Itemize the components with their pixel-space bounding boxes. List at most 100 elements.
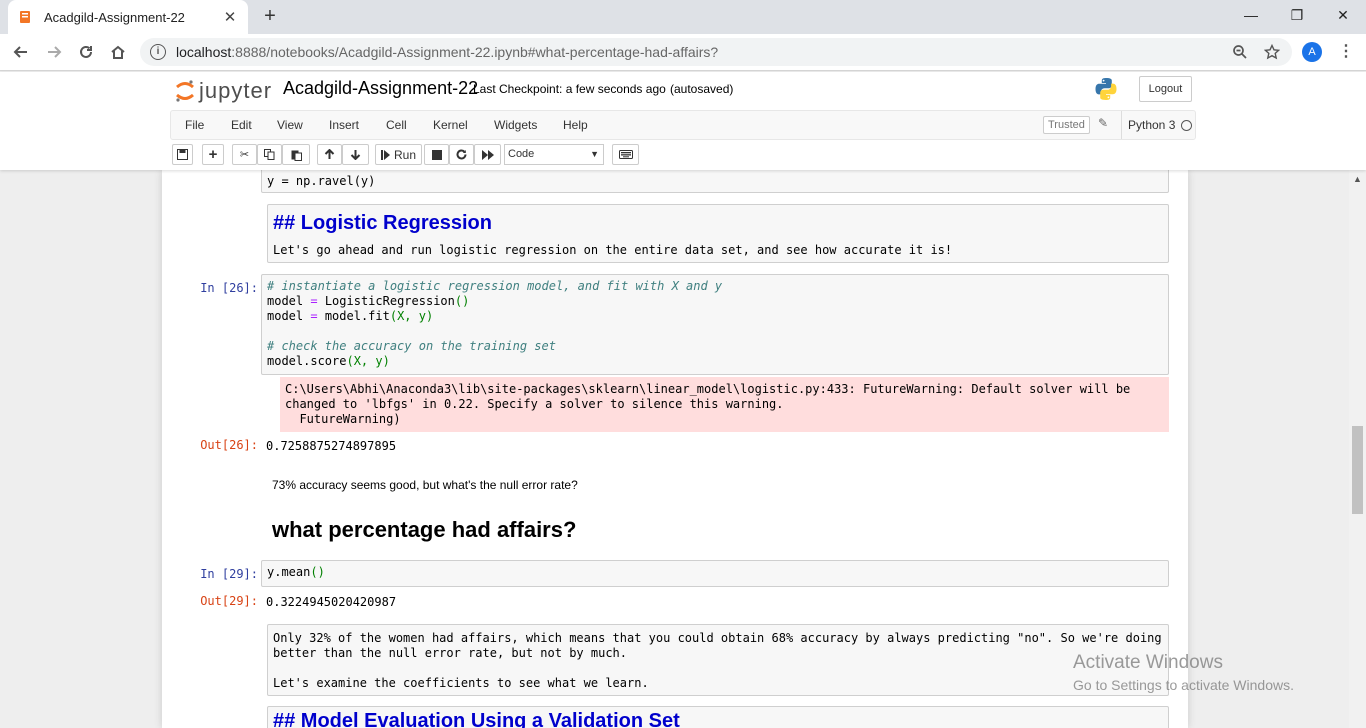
menu-view[interactable]: View xyxy=(277,111,303,139)
code-cell-ravel[interactable]: y = np.ravel(y) xyxy=(261,170,1169,193)
restart-button[interactable] xyxy=(449,144,474,165)
bookmark-star-icon[interactable] xyxy=(1261,41,1283,63)
paste-icon xyxy=(291,150,302,161)
fast-forward-icon xyxy=(481,149,494,160)
stderr-output-26: C:\Users\Abhi\Anaconda3\lib\site-package… xyxy=(280,377,1169,432)
input-prompt-26: In [26]: xyxy=(200,281,258,295)
input-prompt-29: In [29]: xyxy=(200,567,258,581)
menu-file[interactable]: File xyxy=(185,111,204,139)
tab-title: Acadgild-Assignment-22 xyxy=(44,9,185,25)
tab-close-icon[interactable]: ✕ xyxy=(222,8,238,26)
markdown-cell-null-error[interactable]: Only 32% of the women had affairs, which… xyxy=(267,624,1169,696)
browser-menu-icon[interactable]: ⋮ xyxy=(1338,42,1354,62)
trusted-badge[interactable]: Trusted xyxy=(1043,116,1090,134)
run-label: Run xyxy=(393,147,416,162)
back-icon[interactable] xyxy=(9,40,33,64)
restart-icon xyxy=(456,149,467,160)
code-comment: # instantiate a logistic regression mode… xyxy=(267,279,723,293)
interrupt-button[interactable] xyxy=(424,144,449,165)
scrollbar-thumb[interactable] xyxy=(1352,426,1363,514)
chevron-down-icon: ▼ xyxy=(590,149,599,159)
code-line: model = model.fit(X, y) xyxy=(267,309,434,323)
copy-icon xyxy=(264,149,275,160)
jupyter-header: jupyter Acadgild-Assignment-22 Last Chec… xyxy=(0,72,1366,170)
browser-tab[interactable]: Acadgild-Assignment-22 ✕ xyxy=(8,0,248,34)
restart-run-all-button[interactable] xyxy=(474,144,501,165)
markdown-body: Let's go ahead and run logistic regressi… xyxy=(273,243,953,257)
code-cell-29[interactable]: y.mean() xyxy=(261,560,1169,587)
address-bar[interactable]: i localhost:8888/notebooks/Acadgild-Assi… xyxy=(140,38,1292,66)
cell-type-select[interactable]: Code ▼ xyxy=(504,144,604,165)
notebook-favicon-icon xyxy=(18,10,32,24)
logout-button[interactable]: Logout xyxy=(1139,76,1192,102)
output-value-29: 0.3224945020420987 xyxy=(266,595,397,609)
code-paren: () xyxy=(310,565,325,579)
code-line: y.mean xyxy=(267,565,311,579)
move-up-button[interactable] xyxy=(317,144,342,165)
menu-cell[interactable]: Cell xyxy=(386,111,407,139)
output-prompt-26: Out[26]: xyxy=(200,438,258,452)
plus-icon: + xyxy=(208,146,218,163)
command-palette-button[interactable] xyxy=(612,144,639,165)
site-info-icon[interactable]: i xyxy=(150,44,166,60)
checkpoint-status: Last Checkpoint: a few seconds ago xyxy=(473,82,666,96)
jupyter-logo[interactable]: jupyter xyxy=(175,76,272,106)
minimize-button[interactable]: — xyxy=(1228,0,1274,30)
jupyter-logo-text: jupyter xyxy=(199,78,273,103)
menu-insert[interactable]: Insert xyxy=(329,111,359,139)
code-line: model = LogisticRegression() xyxy=(267,294,470,308)
insert-cell-button[interactable]: + xyxy=(202,144,224,165)
markdown-heading: ## Logistic Regression xyxy=(273,212,492,234)
keyboard-icon xyxy=(618,150,633,159)
browser-tabstrip: Acadgild-Assignment-22 ✕ + — ❐ ✕ xyxy=(0,0,1366,34)
notebook-container: y = np.ravel(y) ## Logistic Regression Le… xyxy=(162,170,1188,728)
close-window-button[interactable]: ✕ xyxy=(1320,0,1366,30)
copy-button[interactable] xyxy=(257,144,282,165)
python-logo-icon xyxy=(1095,78,1117,100)
new-tab-button[interactable]: + xyxy=(258,5,282,29)
url-text: localhost:8888/notebooks/Acadgild-Assign… xyxy=(176,44,719,60)
forward-icon[interactable] xyxy=(42,40,66,64)
arrow-up-icon xyxy=(324,149,335,159)
markdown-paragraph: 73% accuracy seems good, but what's the … xyxy=(272,478,578,492)
scroll-up-icon[interactable]: ▲ xyxy=(1353,174,1362,184)
reload-icon[interactable] xyxy=(74,40,98,64)
menu-widgets[interactable]: Widgets xyxy=(494,111,537,139)
paste-button[interactable] xyxy=(282,144,310,165)
activate-windows-title: Activate Windows xyxy=(1073,652,1223,673)
kernel-idle-indicator-icon xyxy=(1181,120,1192,131)
code-cell-26[interactable]: # instantiate a logistic regression mode… xyxy=(261,274,1169,375)
cell-type-value: Code xyxy=(508,148,535,160)
notebook-name[interactable]: Acadgild-Assignment-22 xyxy=(283,78,478,99)
jupyter-logo-icon xyxy=(176,80,194,102)
code-comment: # check the accuracy on the training set xyxy=(267,339,556,353)
save-button[interactable] xyxy=(172,144,193,165)
kernel-name[interactable]: Python 3 xyxy=(1121,111,1175,139)
notebook-menubar: File Edit View Insert Cell Kernel Widget… xyxy=(170,110,1196,140)
menu-help[interactable]: Help xyxy=(563,111,588,139)
move-down-button[interactable] xyxy=(342,144,369,165)
home-icon[interactable] xyxy=(106,40,130,64)
menu-edit[interactable]: Edit xyxy=(231,111,252,139)
markdown-cell-model-evaluation[interactable]: ## Model Evaluation Using a Validation S… xyxy=(267,706,1169,728)
edit-pencil-icon[interactable]: ✎ xyxy=(1098,116,1108,130)
browser-toolbar: i localhost:8888/notebooks/Acadgild-Assi… xyxy=(0,34,1366,71)
code-line: y = np.ravel(y) xyxy=(267,174,376,188)
zoom-icon[interactable] xyxy=(1229,41,1251,63)
output-prompt-29: Out[29]: xyxy=(200,594,258,608)
markdown-cell-logistic-regression[interactable]: ## Logistic Regression Let's go ahead and… xyxy=(267,204,1169,263)
markdown-heading: ## Model Evaluation Using a Validation S… xyxy=(273,710,680,728)
page-scrollbar[interactable]: ▲ xyxy=(1349,170,1366,728)
stop-icon xyxy=(431,149,442,160)
cut-button[interactable]: ✂ xyxy=(232,144,257,165)
save-icon xyxy=(177,149,188,160)
section-heading: what percentage had affairs? xyxy=(272,517,577,542)
output-value-26: 0.7258875274897895 xyxy=(266,439,397,453)
menu-kernel[interactable]: Kernel xyxy=(433,111,468,139)
run-button[interactable]: Run xyxy=(375,144,422,165)
activate-windows-subtitle: Go to Settings to activate Windows. xyxy=(1073,677,1294,693)
step-forward-icon xyxy=(380,149,390,160)
restore-button[interactable]: ❐ xyxy=(1274,0,1320,30)
arrow-down-icon xyxy=(350,150,361,160)
profile-avatar[interactable]: A xyxy=(1302,42,1322,62)
